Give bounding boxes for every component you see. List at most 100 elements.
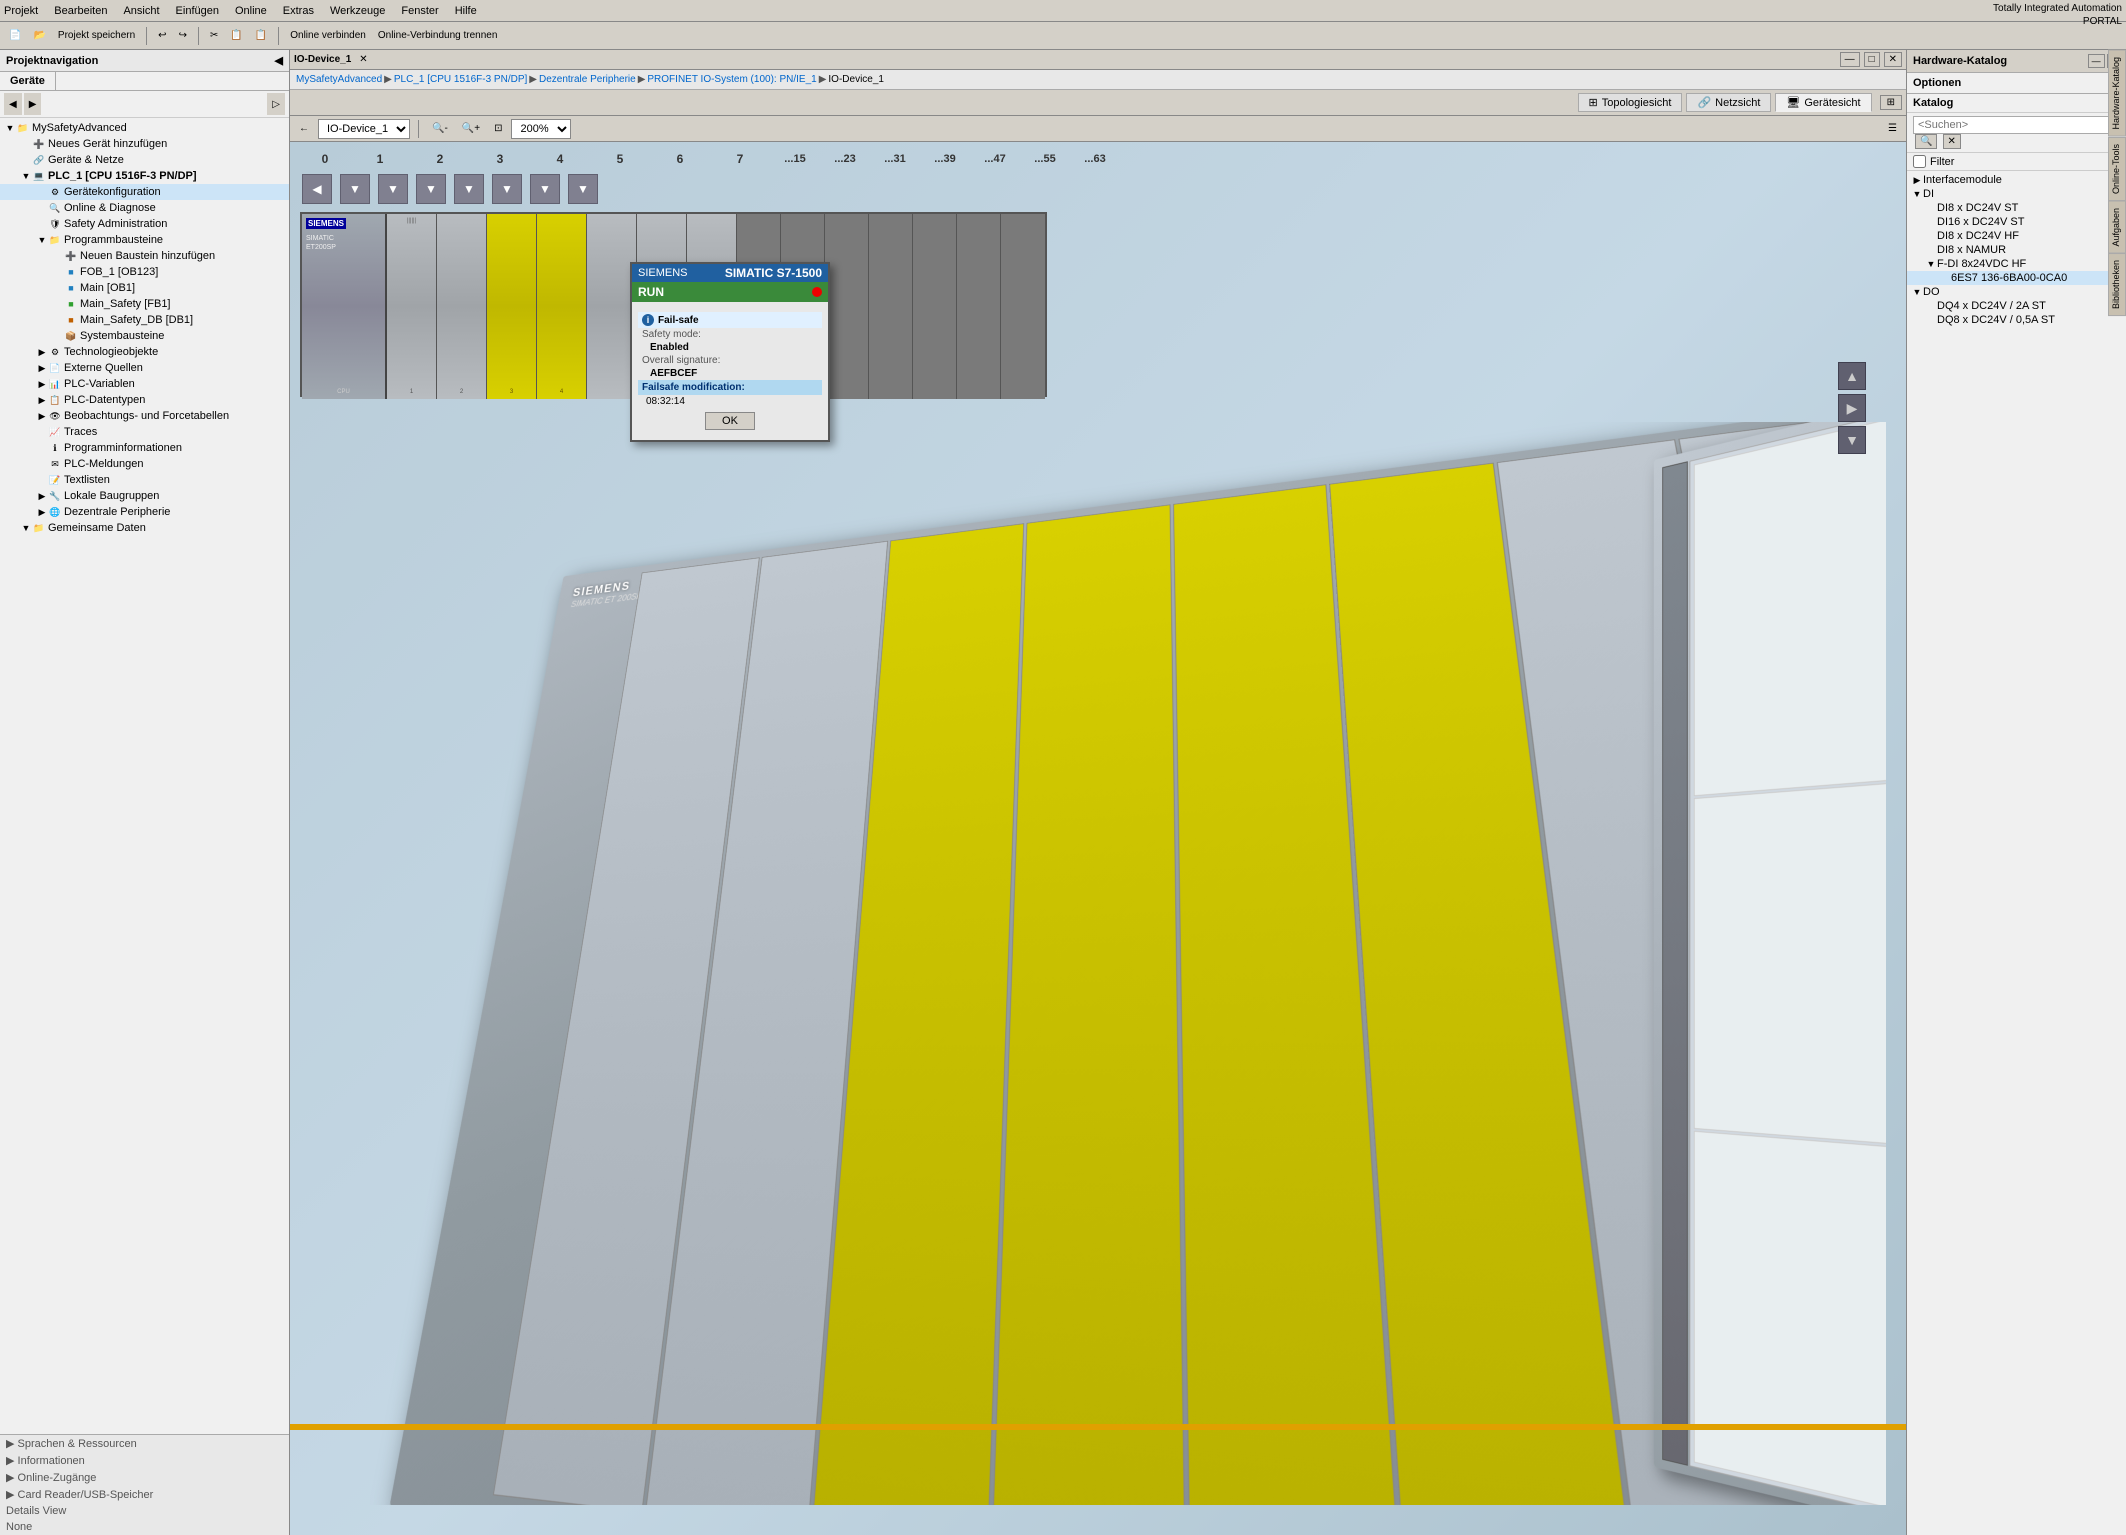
tree-item-ext-quellen[interactable]: ▶ 📄 Externe Quellen [0, 360, 289, 376]
tree-expand-btn[interactable]: ▷ [267, 93, 285, 115]
catalog-min-btn[interactable]: — [2088, 54, 2105, 68]
cat-item-6es7[interactable]: 6ES7 136-6BA00-0CA0 [1907, 271, 2126, 285]
undo-btn[interactable]: ↩ [153, 25, 171, 47]
online-connect-btn[interactable]: Online verbinden [285, 25, 371, 47]
sidebar-bottom-online[interactable]: ▶ Online-Zugänge [0, 1469, 289, 1486]
nav-down7-arrow[interactable]: ▼ [568, 174, 598, 204]
sidebar-bottom-card[interactable]: ▶ Card Reader/USB-Speicher [0, 1486, 289, 1503]
tree-item-plc1[interactable]: ▼ 💻 PLC_1 [CPU 1516F-3 PN/DP] [0, 168, 289, 184]
details-view-label[interactable]: Details View [0, 1503, 289, 1519]
fit-view-btn[interactable]: ⊡ [489, 118, 507, 140]
module-slot2[interactable]: 2 [437, 214, 487, 399]
paste-btn[interactable]: 📋 [250, 25, 272, 47]
cat-item-interface[interactable]: ▶ Interfacemodule [1907, 173, 2126, 187]
cat-item-di8-24v-st[interactable]: DI8 x DC24V ST [1907, 201, 2126, 215]
cat-item-di16-24v-st[interactable]: DI16 x DC24V ST [1907, 215, 2126, 229]
tree-item-mysafety[interactable]: ▼ 📁 MySafetyAdvanced [0, 120, 289, 136]
tree-item-progbausteine[interactable]: ▼ 📁 Programmbausteine [0, 232, 289, 248]
cut-btn[interactable]: ✂ [205, 25, 223, 47]
nav-down1-arrow[interactable]: ▼ [340, 174, 370, 204]
breadcrumb-part-1[interactable]: PLC_1 [CPU 1516F-3 PN/DP] [394, 74, 527, 85]
menu-einfuegen[interactable]: Einfügen [176, 5, 219, 17]
cat-item-fdi-8x24[interactable]: ▼ F-DI 8x24VDC HF [1907, 257, 2126, 271]
tree-item-prog-info[interactable]: ℹ Programminformationen [0, 440, 289, 456]
diag-up-arrow[interactable]: ▲ [1838, 362, 1866, 390]
tree-item-online-diag[interactable]: 🔍 Online & Diagnose [0, 200, 289, 216]
tab-window-title[interactable]: IO-Device_1 [294, 54, 351, 65]
cat-item-di8-namur[interactable]: DI8 x NAMUR [1907, 243, 2126, 257]
zoom-out-btn[interactable]: 🔍- [427, 118, 453, 140]
diag-right-arrow[interactable]: ▶ [1838, 394, 1866, 422]
tree-item-lokale-baugr[interactable]: ▶ 🔧 Lokale Baugruppen [0, 488, 289, 504]
tree-item-new-baustein[interactable]: ➕ Neuen Baustein hinzufügen [0, 248, 289, 264]
search-reset-btn[interactable]: ✕ [1943, 134, 1961, 149]
tree-item-devices-nets[interactable]: 🔗 Geräte & Netze [0, 152, 289, 168]
maximize-btn[interactable]: □ [1864, 52, 1880, 67]
menu-hilfe[interactable]: Hilfe [455, 5, 477, 17]
menu-extras[interactable]: Extras [283, 5, 314, 17]
nav-down6-arrow[interactable]: ▼ [530, 174, 560, 204]
popup-ok-button[interactable]: OK [705, 412, 755, 430]
sidebar-bottom-sprachen[interactable]: ▶ Sprachen & Ressourcen [0, 1435, 289, 1452]
zoom-in-btn[interactable]: 🔍+ [457, 118, 485, 140]
menu-online[interactable]: Online [235, 5, 267, 17]
menu-werkzeuge[interactable]: Werkzeuge [330, 5, 385, 17]
back-btn[interactable]: ◀ [4, 93, 22, 115]
tree-item-sys-bausteine[interactable]: 📦 Systembausteine [0, 328, 289, 344]
diag-down-arrow[interactable]: ▼ [1838, 426, 1866, 454]
tree-item-textlisten[interactable]: 📝 Textlisten [0, 472, 289, 488]
sidebar-expand-btn[interactable]: ◀ [275, 54, 283, 67]
cat-item-do[interactable]: ▼ DO [1907, 285, 2126, 299]
forward-btn[interactable]: ▶ [24, 93, 42, 115]
tab-topologie[interactable]: ⊞ Topologiesicht [1578, 93, 1683, 112]
cat-item-di[interactable]: ▼ DI [1907, 187, 2126, 201]
nav-left-rack-arrow[interactable]: ◀ [302, 174, 332, 204]
close-window-icon[interactable]: ✕ [359, 54, 367, 65]
close-btn[interactable]: ✕ [1884, 52, 1902, 67]
save-project-btn[interactable]: Projekt speichern [53, 25, 140, 47]
module-slot1[interactable]: |||||| 1 [387, 214, 437, 399]
tab-geraete[interactable]: Geräte [0, 72, 56, 90]
tab-netz[interactable]: 🔗 Netzsicht [1686, 93, 1771, 112]
breadcrumb-part-2[interactable]: Dezentrale Peripherie [539, 74, 636, 85]
tree-item-main-ob1[interactable]: ■ Main [OB1] [0, 280, 289, 296]
breadcrumb-part-0[interactable]: MySafetyAdvanced [296, 74, 382, 85]
minimize-btn[interactable]: — [1840, 52, 1860, 67]
redo-btn[interactable]: ↪ [174, 25, 192, 47]
nav-down5-arrow[interactable]: ▼ [492, 174, 522, 204]
tree-item-dezentrale[interactable]: ▶ 🌐 Dezentrale Peripherie [0, 504, 289, 520]
online-disconnect-btn[interactable]: Online-Verbindung trennen [373, 25, 503, 47]
sidebar-bottom-info[interactable]: ▶ Informationen [0, 1452, 289, 1469]
new-project-btn[interactable]: 📄 [4, 25, 26, 47]
nav-down4-arrow[interactable]: ▼ [454, 174, 484, 204]
menu-bearbeiten[interactable]: Bearbeiten [54, 5, 107, 17]
vert-tab-online-tools[interactable]: Online-Tools [2108, 137, 2126, 201]
tree-item-watch[interactable]: ▶ 👁 Beobachtungs- und Forcetabellen [0, 408, 289, 424]
tree-item-gemeinsame[interactable]: ▼ 📁 Gemeinsame Daten [0, 520, 289, 536]
menu-ansicht[interactable]: Ansicht [123, 5, 159, 17]
vert-tab-bibliotheken[interactable]: Bibliotheken [2108, 253, 2126, 316]
cpu-module-0[interactable]: SIEMENS SIMATICET200SP CPU [302, 214, 387, 399]
tree-item-main-safety-db1[interactable]: ■ Main_Safety_DB [DB1] [0, 312, 289, 328]
tree-item-tech[interactable]: ▶ ⚙ Technologieobjekte [0, 344, 289, 360]
nav-down3-arrow[interactable]: ▼ [416, 174, 446, 204]
module-slot3-yellow[interactable]: 3 [487, 214, 537, 399]
copy-btn[interactable]: 📋 [225, 25, 247, 47]
breadcrumb-part-3[interactable]: PROFINET IO-System (100): PN/IE_1 [647, 74, 816, 85]
tree-item-safety-admin[interactable]: 🛡 Safety Administration [0, 216, 289, 232]
tree-item-plc-vars[interactable]: ▶ 📊 PLC-Variablen [0, 376, 289, 392]
menu-projekt[interactable]: Projekt [4, 5, 38, 17]
module-slot4-yellow[interactable]: 4 [537, 214, 587, 399]
filter-checkbox[interactable] [1913, 155, 1926, 168]
tree-item-fob1[interactable]: ■ FOB_1 [OB123] [0, 264, 289, 280]
catalog-toggle-btn[interactable]: ☰ [1883, 118, 1902, 140]
catalog-search-input[interactable] [1913, 116, 2120, 134]
nav-down2-arrow[interactable]: ▼ [378, 174, 408, 204]
nav-left-btn[interactable]: ← [294, 118, 314, 140]
menu-fenster[interactable]: Fenster [401, 5, 438, 17]
open-project-btn[interactable]: 📂 [28, 25, 50, 47]
tab-geraet[interactable]: 🖥 Gerätesicht [1775, 93, 1871, 112]
zoom-level-selector[interactable]: 200% [511, 119, 571, 139]
vert-tab-aufgaben[interactable]: Aufgaben [2108, 201, 2126, 254]
tree-item-main-safety-fb1[interactable]: ■ Main_Safety [FB1] [0, 296, 289, 312]
